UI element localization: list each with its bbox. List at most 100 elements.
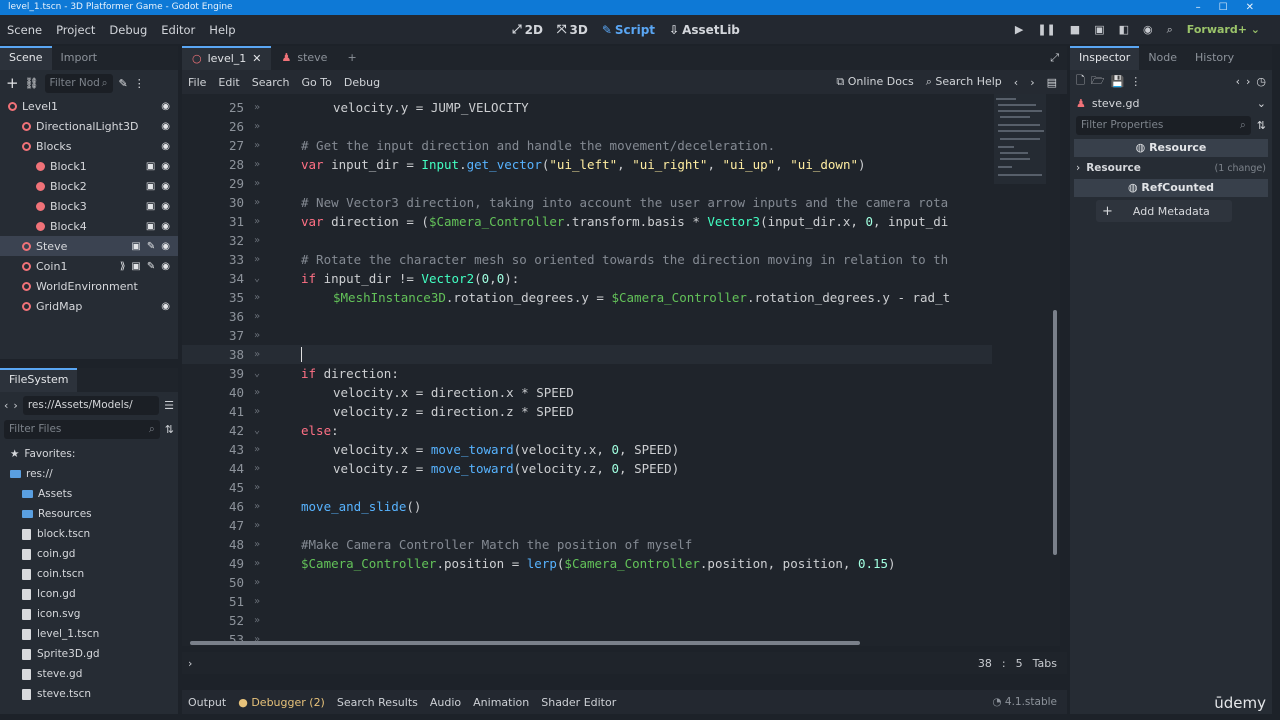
code-line[interactable]: 51 » bbox=[182, 592, 992, 611]
file-item[interactable]: steve.tscn bbox=[0, 684, 178, 704]
play-custom-icon[interactable]: ◧ bbox=[1119, 23, 1129, 36]
filter-properties-input[interactable]: Filter Properties ⌕ bbox=[1076, 115, 1251, 135]
visibility-eye-icon[interactable]: ◉ bbox=[161, 261, 170, 272]
film-icon[interactable]: ▣ bbox=[131, 241, 140, 252]
scene-node-directionallight3d[interactable]: DirectionalLight3D ◉ bbox=[0, 116, 178, 136]
visibility-eye-icon[interactable]: ◉ bbox=[161, 101, 170, 112]
list-view-icon[interactable]: ☰ bbox=[164, 399, 174, 412]
property-resource[interactable]: › Resource (1 change) bbox=[1070, 160, 1272, 176]
file-item[interactable]: coin.gd bbox=[0, 544, 178, 564]
code-line[interactable]: 36 » bbox=[182, 307, 992, 326]
script-menu-file[interactable]: File bbox=[182, 76, 212, 89]
scene-node-gridmap[interactable]: GridMap ◉ bbox=[0, 296, 178, 316]
code-line[interactable]: 46 » move_and_slide() bbox=[182, 497, 992, 516]
files-filter-input[interactable]: Filter Files ⌕ bbox=[4, 419, 160, 439]
film-icon[interactable]: ▣ bbox=[146, 221, 155, 232]
window-controls[interactable]: –☐✕ bbox=[1196, 0, 1272, 15]
fold-arrow-icon[interactable]: ⌄ bbox=[254, 269, 260, 288]
code-editor[interactable]: 25 » velocity.y = JUMP_VELOCITY 26 » 27 » # Get… bbox=[182, 94, 1060, 646]
new-scene-tab-button[interactable]: + bbox=[337, 46, 366, 70]
visibility-eye-icon[interactable]: ◉ bbox=[161, 161, 170, 172]
tab-audio[interactable]: Audio bbox=[424, 696, 467, 709]
workspace-assetlib[interactable]: ⇩ AssetLib bbox=[669, 23, 740, 37]
code-line[interactable]: 40 » velocity.x = direction.x * SPEED bbox=[182, 383, 992, 402]
code-line[interactable]: 26 » bbox=[182, 117, 992, 136]
renderer-select[interactable]: Forward+ ⌄ bbox=[1187, 23, 1260, 36]
code-line[interactable]: 42 ⌄ else: bbox=[182, 421, 992, 440]
play-scene-icon[interactable]: ▣ bbox=[1094, 23, 1104, 36]
code-line[interactable]: 38 » bbox=[182, 345, 992, 364]
tab-inspector[interactable]: Inspector bbox=[1070, 46, 1140, 70]
tab-search-results[interactable]: Search Results bbox=[331, 696, 424, 709]
history-back-icon[interactable]: ‹ bbox=[1236, 75, 1240, 88]
workspace-script[interactable]: ✎ Script bbox=[602, 23, 655, 37]
code-line[interactable]: 34 ⌄ if input_dir != Vector2(0,0): bbox=[182, 269, 992, 288]
code-line[interactable]: 25 » velocity.y = JUMP_VELOCITY bbox=[182, 98, 992, 117]
scene-tab-steve[interactable]: ♟ steve bbox=[271, 46, 337, 70]
fold-arrow-icon[interactable]: ⌄ bbox=[254, 364, 260, 383]
file-item[interactable]: coin.tscn bbox=[0, 564, 178, 584]
code-line[interactable]: 32 » bbox=[182, 231, 992, 250]
kebab-menu-icon[interactable]: ⋮ bbox=[134, 77, 145, 90]
status-indent[interactable]: Tabs bbox=[1033, 657, 1057, 670]
object-history-icon[interactable]: ◷ bbox=[1256, 75, 1266, 88]
scene-filter-input[interactable]: Filter Nod ⌕ bbox=[44, 73, 113, 93]
file-item[interactable]: steve.gd bbox=[0, 664, 178, 684]
file-item[interactable]: block.tscn bbox=[0, 524, 178, 544]
visibility-eye-icon[interactable]: ◉ bbox=[161, 141, 170, 152]
visibility-eye-icon[interactable]: ◉ bbox=[161, 301, 170, 312]
tab-shader-editor[interactable]: Shader Editor bbox=[535, 696, 622, 709]
tab-debugger[interactable]: ● Debugger (2) bbox=[232, 696, 331, 709]
scene-node-blocks[interactable]: Blocks ◉ bbox=[0, 136, 178, 156]
history-back-icon[interactable]: ‹ bbox=[1014, 76, 1018, 89]
code-line[interactable]: 37 » bbox=[182, 326, 992, 345]
scene-node-coin1[interactable]: Coin1 ⟫ ▣ ✎ ◉ bbox=[0, 256, 178, 276]
code-line[interactable]: 29 » bbox=[182, 174, 992, 193]
code-line[interactable]: 47 » bbox=[182, 516, 992, 535]
forward-icon[interactable]: › bbox=[13, 399, 17, 412]
menu-project[interactable]: Project bbox=[49, 23, 102, 37]
scene-node-block4[interactable]: Block4 ▣ ◉ bbox=[0, 216, 178, 236]
visibility-eye-icon[interactable]: ◉ bbox=[161, 221, 170, 232]
history-forward-icon[interactable]: › bbox=[1030, 76, 1034, 89]
toggle-errors-icon[interactable]: › bbox=[188, 657, 192, 670]
workspace-2d[interactable]: ⤢ 2D bbox=[512, 22, 543, 37]
online-docs-link[interactable]: ⧉ Online Docs bbox=[836, 75, 913, 89]
file-item[interactable]: Sprite3D.gd bbox=[0, 644, 178, 664]
film-icon[interactable]: ▣ bbox=[131, 261, 140, 272]
film-icon[interactable]: ▣ bbox=[146, 201, 155, 212]
stop-icon[interactable]: ■ bbox=[1070, 23, 1080, 36]
tab-node[interactable]: Node bbox=[1139, 46, 1186, 70]
code-line[interactable]: 27 » # Get the input direction and handle … bbox=[182, 136, 992, 155]
visibility-eye-icon[interactable]: ◉ bbox=[161, 241, 170, 252]
add-node-icon[interactable]: + bbox=[6, 74, 19, 92]
folder-item[interactable]: Resources bbox=[0, 504, 178, 524]
visibility-eye-icon[interactable]: ◉ bbox=[161, 121, 170, 132]
kebab-menu-icon[interactable]: ⋮ bbox=[1130, 75, 1141, 88]
code-line[interactable]: 48 » #Make Camera Controller Match the pos… bbox=[182, 535, 992, 554]
code-line[interactable]: 28 » var input_dir = Input.get_vector("ui_… bbox=[182, 155, 992, 174]
film-icon[interactable]: ▣ bbox=[146, 181, 155, 192]
inspected-resource[interactable]: ♟ steve.gd ⌄ bbox=[1070, 92, 1272, 114]
favorites-item[interactable]: ★ Favorites: bbox=[0, 444, 178, 464]
code-line[interactable]: 31 » var direction = ($Camera_Controller.t… bbox=[182, 212, 992, 231]
tab-animation[interactable]: Animation bbox=[467, 696, 535, 709]
close-icon[interactable]: ✕ bbox=[252, 49, 261, 69]
script-icon[interactable]: ✎ bbox=[147, 261, 155, 272]
code-line[interactable]: 41 » velocity.z = direction.z * SPEED bbox=[182, 402, 992, 421]
sort-icon[interactable]: ⇅ bbox=[165, 423, 174, 436]
code-line[interactable]: 49 » $Camera_Controller.position = lerp($C… bbox=[182, 554, 992, 573]
open-resource-icon[interactable]: 🗁 bbox=[1091, 72, 1105, 91]
scene-tab-level1[interactable]: ○ level_1 ✕ bbox=[182, 46, 272, 70]
visibility-eye-icon[interactable]: ◉ bbox=[161, 201, 170, 212]
scene-node-steve[interactable]: Steve ▣ ✎ ◉ bbox=[0, 236, 178, 256]
code-line[interactable]: 33 » # Rotate the character mesh so orient… bbox=[182, 250, 992, 269]
file-item[interactable]: icon.svg bbox=[0, 604, 178, 624]
play-icon[interactable]: ▶ bbox=[1015, 23, 1023, 36]
menu-help[interactable]: Help bbox=[202, 23, 242, 37]
code-line[interactable]: 50 » bbox=[182, 573, 992, 592]
code-horizontal-scrollbar[interactable] bbox=[190, 641, 860, 645]
distraction-free-icon[interactable]: ⤢ bbox=[1050, 51, 1059, 65]
menu-editor[interactable]: Editor bbox=[154, 23, 202, 37]
script-icon[interactable]: ✎ bbox=[147, 241, 155, 252]
